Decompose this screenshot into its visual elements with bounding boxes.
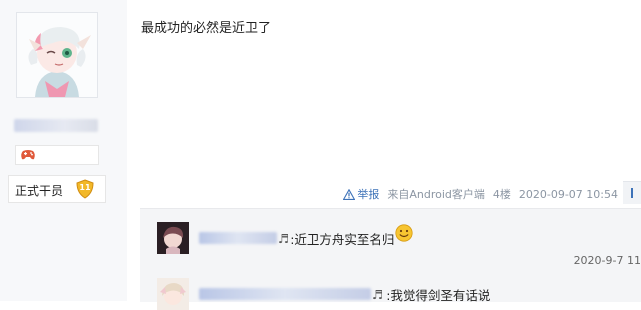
reply-item: ♬ :近卫方舟实至名归	[157, 222, 414, 254]
game-badge[interactable]	[15, 145, 99, 165]
reply-username-redacted[interactable]	[199, 232, 277, 244]
post-floor: 4楼	[492, 188, 511, 201]
reply-avatar[interactable]	[157, 222, 189, 254]
reply-username-redacted[interactable]	[199, 288, 371, 300]
post-timestamp: 2020-09-07 10:54	[518, 187, 618, 201]
avatar-image	[17, 13, 97, 97]
smiley-emoji-icon	[395, 223, 414, 245]
gamepad-icon	[21, 150, 35, 160]
reply-avatar[interactable]	[157, 278, 189, 310]
reply-timestamp: 2020-9-7 11	[573, 254, 641, 267]
reply-list: ♬ :近卫方舟实至名归 2020-9-7 11 ♬ :我觉得剑圣有话说	[140, 208, 641, 310]
post-meta: 举报 来自Android客户端 4楼 2020-09-07 10:54	[343, 186, 618, 202]
music-note-icon: ♬	[278, 230, 290, 246]
chevron-icon	[631, 188, 633, 198]
user-sidebar: 正式干员 11	[0, 0, 127, 301]
reply-item: ♬ :我觉得剑圣有话说	[157, 278, 490, 310]
reply-text: :近卫方舟实至名归	[290, 231, 395, 247]
level-number: 11	[79, 183, 91, 192]
post-content: 最成功的必然是近卫了	[141, 21, 272, 36]
reply-toggle-tab[interactable]	[623, 181, 641, 204]
warning-icon	[343, 188, 356, 200]
report-link[interactable]: 举报	[343, 186, 379, 202]
music-note-icon: ♬	[372, 286, 384, 302]
level-shield-icon: 11	[75, 179, 95, 199]
post-source[interactable]: 来自Android客户端	[387, 186, 485, 202]
user-avatar[interactable]	[16, 12, 98, 98]
username-redacted[interactable]	[14, 119, 98, 132]
rank-label: 正式干员	[15, 184, 64, 198]
rank-badge[interactable]: 正式干员 11	[8, 175, 106, 203]
report-label: 举报	[357, 188, 380, 201]
